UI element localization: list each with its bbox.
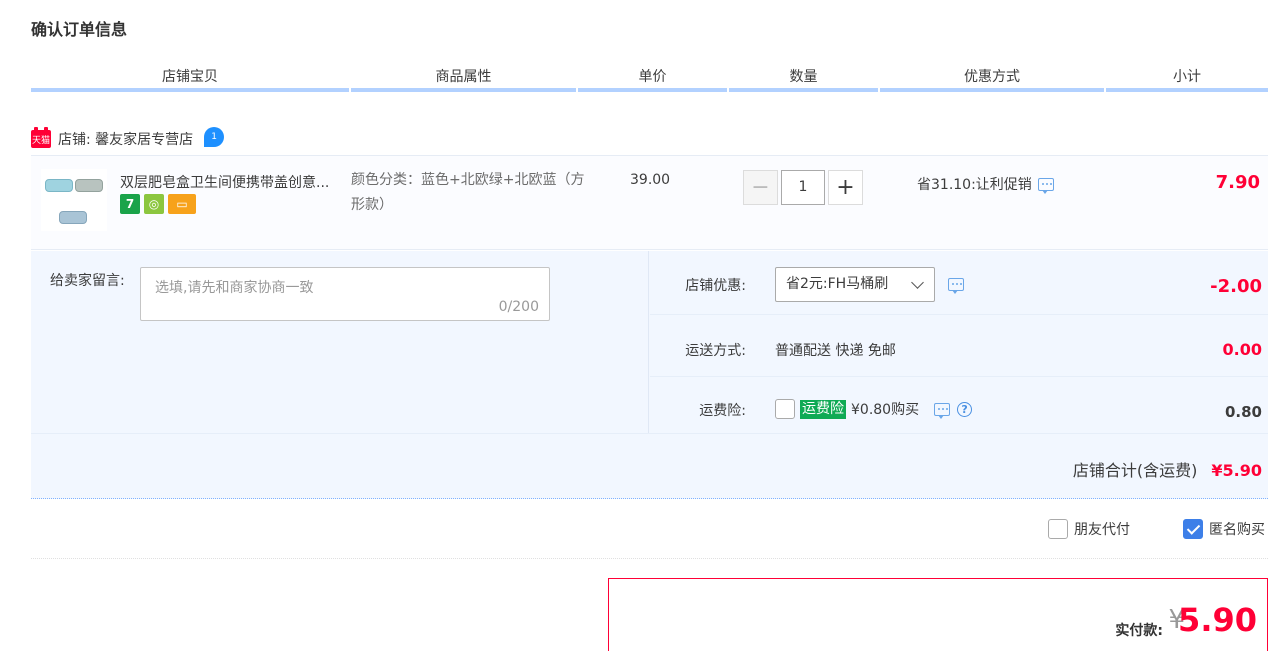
seller-message-placeholder: 选填,请先和商家协商一致	[155, 280, 314, 296]
insurance-label: 运费险:	[699, 403, 746, 419]
quantity-stepper: − 1 +	[743, 170, 863, 205]
shipping-method: 普通配送 快递 免邮	[775, 343, 896, 359]
comment-icon[interactable]	[1037, 177, 1054, 194]
anonymous-label[interactable]: 匿名购买	[1209, 519, 1265, 539]
insurance-price: ¥0.80购买	[851, 402, 920, 418]
shop-total-value: ¥5.90	[1211, 461, 1262, 480]
shop-discount-select[interactable]: 省2元:FH马桶刷	[775, 267, 935, 302]
service-tags: 7 ◎ ▭	[120, 194, 196, 214]
shop-discount-row: 店铺优惠: 省2元:FH马桶刷 -2.00	[650, 251, 1268, 315]
product-name-link[interactable]: 双层肥皂盒卫生间便携带盖创意...	[120, 172, 345, 192]
insurance-option: 运费险 ¥0.80购买 ?	[775, 399, 973, 419]
payment-label: 实付款:	[1115, 623, 1163, 639]
header-unit-price: 单价	[578, 66, 727, 92]
tmall-icon: 天猫	[31, 127, 51, 148]
seller-message-section: 给卖家留言: 选填,请先和商家协商一致 0/200	[31, 251, 649, 433]
shop-discount-value: -2.00	[1210, 276, 1262, 297]
order-extras: 给卖家留言: 选填,请先和商家协商一致 0/200 店铺优惠: 省2元:FH马桶…	[31, 251, 1268, 499]
friend-pay-label[interactable]: 朋友代付	[1074, 519, 1130, 539]
shop-discount-selected: 省2元:FH马桶刷	[786, 276, 889, 292]
shop-total: 店铺合计(含运费) ¥5.90	[1073, 457, 1262, 481]
seller-message-input[interactable]: 选填,请先和商家协商一致 0/200	[140, 267, 550, 321]
item-subtotal: 7.90	[1215, 172, 1260, 193]
page-title: 确认订单信息	[31, 20, 128, 39]
header-quantity: 数量	[729, 66, 878, 92]
comment-icon[interactable]	[948, 278, 964, 294]
friend-pay-checkbox[interactable]	[1048, 519, 1068, 539]
payment-summary: 实付款: ¥ 5.90	[608, 578, 1268, 651]
chevron-down-icon	[911, 276, 924, 289]
anonymous-option[interactable]: 匿名购买	[1183, 519, 1265, 539]
wangwang-chat-icon[interactable]: 1	[204, 127, 225, 147]
quantity-input[interactable]: 1	[781, 170, 825, 205]
product-attributes: 颜色分类：蓝色+北欧绿+北欧蓝（方形款）	[351, 172, 585, 213]
shop-name-link[interactable]: 店铺: 馨友家居专营店	[58, 129, 193, 149]
promotion-text: 省31.10:让利促销	[917, 177, 1032, 193]
header-discount: 优惠方式	[880, 66, 1104, 92]
quantity-plus-button[interactable]: +	[828, 170, 863, 205]
insurance-tag: 运费险	[800, 399, 846, 419]
insurance-row: 运费险: 运费险 ¥0.80购买 ? 0.80	[650, 377, 1268, 433]
anonymous-checkbox[interactable]	[1183, 519, 1203, 539]
shop-discount-label: 店铺优惠:	[685, 278, 746, 294]
product-thumbnail[interactable]	[41, 169, 107, 231]
insurance-checkbox[interactable]	[775, 399, 795, 419]
quantity-minus-button[interactable]: −	[743, 170, 778, 205]
shop-total-label: 店铺合计(含运费)	[1072, 461, 1198, 480]
friend-pay-option[interactable]: 朋友代付	[1048, 519, 1130, 539]
unit-price: 39.00	[630, 172, 671, 188]
header-attributes: 商品属性	[351, 66, 576, 92]
seller-message-label: 给卖家留言:	[50, 273, 125, 289]
guarantee-icon[interactable]: ◎	[144, 194, 164, 214]
payment-amount: 5.90	[1178, 601, 1257, 639]
shipping-row: 运送方式: 普通配送 快递 免邮 0.00	[650, 315, 1268, 377]
seven-day-return-icon[interactable]: 7	[120, 194, 140, 214]
shop-row: 天猫 店铺: 馨友家居专营店 1	[31, 126, 225, 152]
table-header: 店铺宝贝 商品属性 单价 数量 优惠方式 小计	[31, 66, 1268, 92]
header-shop-item: 店铺宝贝	[31, 66, 349, 92]
shipping-label: 运送方式:	[685, 343, 746, 359]
card-payment-icon[interactable]: ▭	[168, 194, 196, 214]
insurance-value: 0.80	[1224, 403, 1262, 421]
order-item-row: 双层肥皂盒卫生间便携带盖创意... 7 ◎ ▭ 颜色分类：蓝色+北欧绿+北欧蓝（…	[31, 155, 1268, 250]
comment-icon[interactable]	[934, 402, 951, 419]
char-counter: 0/200	[498, 299, 539, 315]
help-icon[interactable]: ?	[957, 401, 973, 417]
item-promotion: 省31.10:让利促销	[917, 174, 1054, 194]
shipping-fee: 0.00	[1222, 340, 1262, 359]
header-subtotal: 小计	[1106, 66, 1268, 92]
order-options: 朋友代付 匿名购买	[31, 500, 1268, 559]
